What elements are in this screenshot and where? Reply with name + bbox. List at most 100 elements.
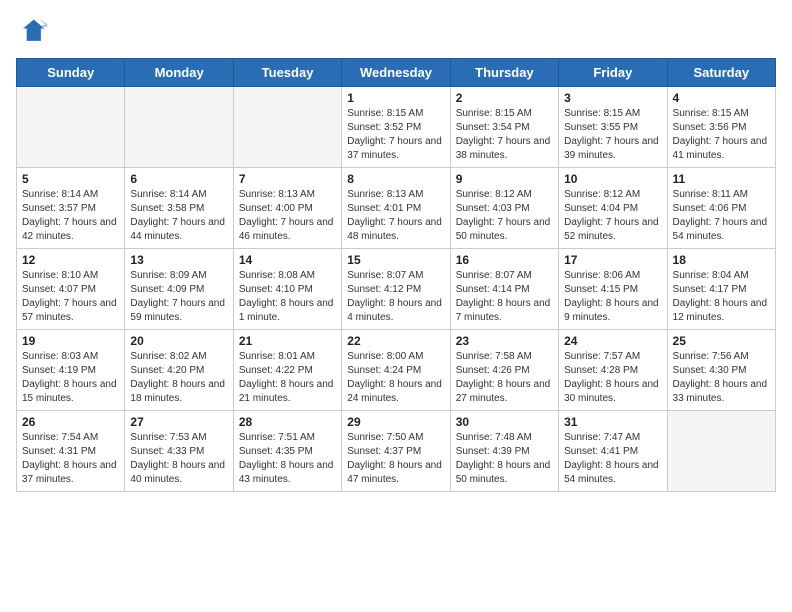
day-number: 29 — [347, 415, 444, 429]
day-number: 30 — [456, 415, 553, 429]
cell-details: Sunrise: 8:13 AM Sunset: 4:01 PM Dayligh… — [347, 188, 444, 244]
day-number: 16 — [456, 253, 553, 267]
calendar-cell — [17, 87, 125, 168]
day-number: 19 — [22, 334, 119, 348]
calendar-cell: 29 Sunrise: 7:50 AM Sunset: 4:37 PM Dayli… — [342, 411, 450, 492]
calendar-cell — [233, 87, 341, 168]
cell-details: Sunrise: 7:47 AM Sunset: 4:41 PM Dayligh… — [564, 431, 661, 487]
calendar-cell: 27 Sunrise: 7:53 AM Sunset: 4:33 PM Dayli… — [125, 411, 233, 492]
day-number: 24 — [564, 334, 661, 348]
calendar-cell: 11 Sunrise: 8:11 AM Sunset: 4:06 PM Dayli… — [667, 168, 775, 249]
calendar-cell: 15 Sunrise: 8:07 AM Sunset: 4:12 PM Dayli… — [342, 249, 450, 330]
calendar-cell: 13 Sunrise: 8:09 AM Sunset: 4:09 PM Dayli… — [125, 249, 233, 330]
cell-details: Sunrise: 7:50 AM Sunset: 4:37 PM Dayligh… — [347, 431, 444, 487]
day-number: 5 — [22, 172, 119, 186]
calendar-cell: 31 Sunrise: 7:47 AM Sunset: 4:41 PM Dayli… — [559, 411, 667, 492]
calendar-cell: 24 Sunrise: 7:57 AM Sunset: 4:28 PM Dayli… — [559, 330, 667, 411]
calendar-cell — [125, 87, 233, 168]
cell-details: Sunrise: 8:13 AM Sunset: 4:00 PM Dayligh… — [239, 188, 336, 244]
calendar-cell: 14 Sunrise: 8:08 AM Sunset: 4:10 PM Dayli… — [233, 249, 341, 330]
calendar-cell: 23 Sunrise: 7:58 AM Sunset: 4:26 PM Dayli… — [450, 330, 558, 411]
day-number: 18 — [673, 253, 770, 267]
cell-details: Sunrise: 7:54 AM Sunset: 4:31 PM Dayligh… — [22, 431, 119, 487]
cell-details: Sunrise: 8:09 AM Sunset: 4:09 PM Dayligh… — [130, 269, 227, 325]
logo — [16, 16, 52, 48]
day-number: 1 — [347, 91, 444, 105]
logo-icon — [16, 16, 48, 48]
day-number: 14 — [239, 253, 336, 267]
day-number: 10 — [564, 172, 661, 186]
day-number: 28 — [239, 415, 336, 429]
page-header — [16, 16, 776, 48]
day-number: 13 — [130, 253, 227, 267]
day-number: 11 — [673, 172, 770, 186]
calendar-cell: 6Sunrise: 8:14 AM Sunset: 3:58 PM Daylig… — [125, 168, 233, 249]
day-header-sunday: Sunday — [17, 59, 125, 87]
cell-details: Sunrise: 8:04 AM Sunset: 4:17 PM Dayligh… — [673, 269, 770, 325]
week-row-2: 5 Sunrise: 8:14 AM Sunset: 3:57 PM Daylig… — [17, 168, 776, 249]
day-number: 4 — [673, 91, 770, 105]
week-row-3: 12 Sunrise: 8:10 AM Sunset: 4:07 PM Dayli… — [17, 249, 776, 330]
day-number: 20 — [130, 334, 227, 348]
calendar-table: SundayMondayTuesdayWednesdayThursdayFrid… — [16, 58, 776, 492]
calendar-cell: 20 Sunrise: 8:02 AM Sunset: 4:20 PM Dayli… — [125, 330, 233, 411]
calendar-cell: 25Sunrise: 7:56 AM Sunset: 4:30 PM Dayli… — [667, 330, 775, 411]
calendar-cell: 26 Sunrise: 7:54 AM Sunset: 4:31 PM Dayli… — [17, 411, 125, 492]
day-header-monday: Monday — [125, 59, 233, 87]
day-number: 21 — [239, 334, 336, 348]
day-number: 3 — [564, 91, 661, 105]
day-number: 15 — [347, 253, 444, 267]
day-number: 2 — [456, 91, 553, 105]
cell-details: Sunrise: 8:08 AM Sunset: 4:10 PM Dayligh… — [239, 269, 336, 325]
day-number: 27 — [130, 415, 227, 429]
cell-details: Sunrise: 8:03 AM Sunset: 4:19 PM Dayligh… — [22, 350, 119, 406]
day-number: 12 — [22, 253, 119, 267]
cell-details: Sunrise: 7:57 AM Sunset: 4:28 PM Dayligh… — [564, 350, 661, 406]
cell-details: Sunrise: 8:07 AM Sunset: 4:14 PM Dayligh… — [456, 269, 553, 325]
day-number: 23 — [456, 334, 553, 348]
calendar-cell: 9Sunrise: 8:12 AM Sunset: 4:03 PM Daylig… — [450, 168, 558, 249]
day-number: 25 — [673, 334, 770, 348]
calendar-cell: 2 Sunrise: 8:15 AM Sunset: 3:54 PM Daylig… — [450, 87, 558, 168]
calendar-cell: 30 Sunrise: 7:48 AM Sunset: 4:39 PM Dayli… — [450, 411, 558, 492]
day-number: 9 — [456, 172, 553, 186]
day-number: 6 — [130, 172, 227, 186]
cell-details: Sunrise: 7:51 AM Sunset: 4:35 PM Dayligh… — [239, 431, 336, 487]
cell-details: Sunrise: 7:53 AM Sunset: 4:33 PM Dayligh… — [130, 431, 227, 487]
day-header-saturday: Saturday — [667, 59, 775, 87]
cell-details: Sunrise: 7:58 AM Sunset: 4:26 PM Dayligh… — [456, 350, 553, 406]
calendar-cell: 7 Sunrise: 8:13 AM Sunset: 4:00 PM Daylig… — [233, 168, 341, 249]
cell-details: Sunrise: 8:07 AM Sunset: 4:12 PM Dayligh… — [347, 269, 444, 325]
day-header-friday: Friday — [559, 59, 667, 87]
calendar-cell: 12 Sunrise: 8:10 AM Sunset: 4:07 PM Dayli… — [17, 249, 125, 330]
calendar-cell: 8Sunrise: 8:13 AM Sunset: 4:01 PM Daylig… — [342, 168, 450, 249]
cell-details: Sunrise: 8:11 AM Sunset: 4:06 PM Dayligh… — [673, 188, 770, 244]
day-header-wednesday: Wednesday — [342, 59, 450, 87]
calendar-cell: 19 Sunrise: 8:03 AM Sunset: 4:19 PM Dayli… — [17, 330, 125, 411]
cell-details: Sunrise: 8:02 AM Sunset: 4:20 PM Dayligh… — [130, 350, 227, 406]
calendar-cell: 10Sunrise: 8:12 AM Sunset: 4:04 PM Dayli… — [559, 168, 667, 249]
cell-details: Sunrise: 8:01 AM Sunset: 4:22 PM Dayligh… — [239, 350, 336, 406]
day-number: 26 — [22, 415, 119, 429]
cell-details: Sunrise: 7:48 AM Sunset: 4:39 PM Dayligh… — [456, 431, 553, 487]
calendar-cell: 21 Sunrise: 8:01 AM Sunset: 4:22 PM Dayli… — [233, 330, 341, 411]
cell-details: Sunrise: 8:15 AM Sunset: 3:52 PM Dayligh… — [347, 107, 444, 163]
calendar-cell: 1 Sunrise: 8:15 AM Sunset: 3:52 PM Daylig… — [342, 87, 450, 168]
cell-details: Sunrise: 8:15 AM Sunset: 3:54 PM Dayligh… — [456, 107, 553, 163]
cell-details: Sunrise: 8:06 AM Sunset: 4:15 PM Dayligh… — [564, 269, 661, 325]
calendar-cell: 17Sunrise: 8:06 AM Sunset: 4:15 PM Dayli… — [559, 249, 667, 330]
calendar-cell — [667, 411, 775, 492]
day-number: 31 — [564, 415, 661, 429]
calendar-cell: 3 Sunrise: 8:15 AM Sunset: 3:55 PM Daylig… — [559, 87, 667, 168]
week-row-4: 19 Sunrise: 8:03 AM Sunset: 4:19 PM Dayli… — [17, 330, 776, 411]
day-number: 22 — [347, 334, 444, 348]
cell-details: Sunrise: 8:14 AM Sunset: 3:57 PM Dayligh… — [22, 188, 119, 244]
calendar-cell: 22Sunrise: 8:00 AM Sunset: 4:24 PM Dayli… — [342, 330, 450, 411]
cell-details: Sunrise: 8:10 AM Sunset: 4:07 PM Dayligh… — [22, 269, 119, 325]
cell-details: Sunrise: 8:15 AM Sunset: 3:56 PM Dayligh… — [673, 107, 770, 163]
week-row-1: 1 Sunrise: 8:15 AM Sunset: 3:52 PM Daylig… — [17, 87, 776, 168]
cell-details: Sunrise: 8:15 AM Sunset: 3:55 PM Dayligh… — [564, 107, 661, 163]
day-number: 7 — [239, 172, 336, 186]
calendar-cell: 28 Sunrise: 7:51 AM Sunset: 4:35 PM Dayli… — [233, 411, 341, 492]
day-header-tuesday: Tuesday — [233, 59, 341, 87]
